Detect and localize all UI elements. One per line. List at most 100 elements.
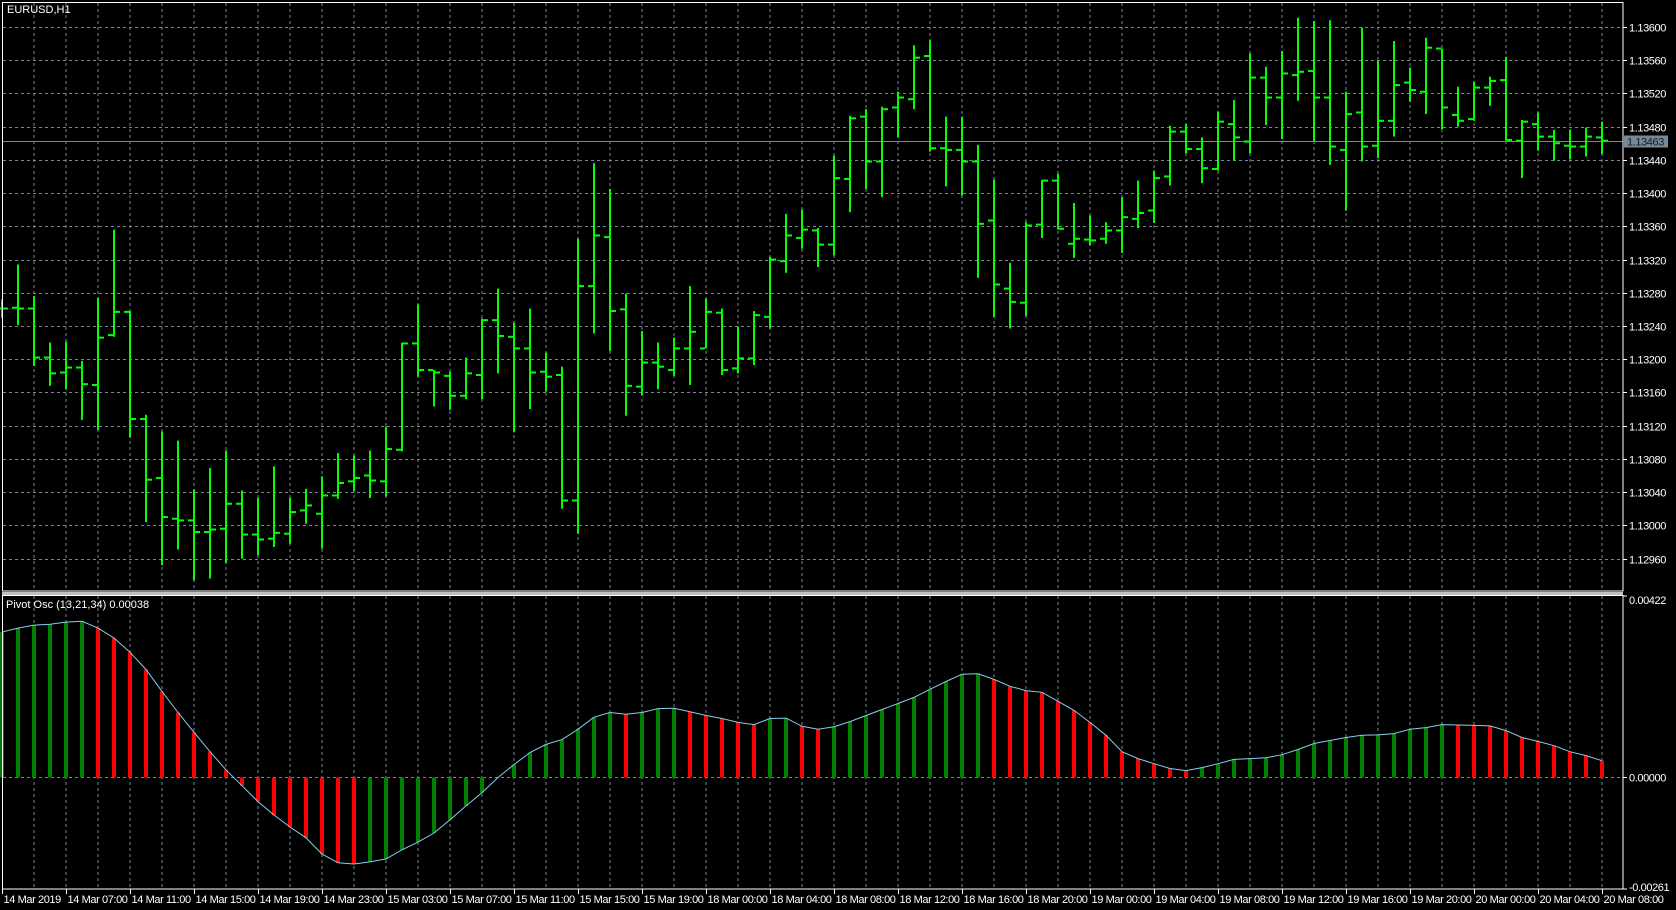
ohlc-bar bbox=[124, 310, 136, 438]
bar-range bbox=[881, 106, 883, 198]
osc-bar bbox=[576, 729, 580, 778]
bar-close-tick bbox=[179, 519, 184, 522]
bar-range bbox=[337, 453, 339, 499]
bar-open-tick bbox=[492, 319, 497, 322]
ohlc-bar bbox=[876, 106, 888, 198]
ohlc-bar bbox=[524, 308, 536, 410]
bar-range bbox=[33, 296, 35, 366]
bar-range bbox=[1585, 127, 1587, 157]
osc-bar bbox=[288, 777, 292, 828]
ohlc-bar bbox=[44, 342, 56, 386]
osc-bar bbox=[992, 679, 996, 778]
bar-close-tick bbox=[115, 310, 120, 313]
ohlc-bar bbox=[156, 431, 168, 566]
bar-range bbox=[1313, 21, 1315, 142]
bar-open-tick bbox=[604, 236, 609, 239]
ohlc-bar bbox=[1372, 60, 1384, 159]
bar-open-tick bbox=[172, 517, 177, 520]
bar-range bbox=[145, 414, 147, 523]
bar-open-tick bbox=[140, 418, 145, 421]
time-label: 18 Mar 04:00 bbox=[772, 894, 832, 906]
bar-close-tick bbox=[275, 531, 280, 534]
bar-close-tick bbox=[611, 310, 616, 313]
bar-open-tick bbox=[1388, 119, 1393, 122]
bar-close-tick bbox=[1011, 300, 1016, 303]
bar-close-tick bbox=[1507, 138, 1512, 141]
bar-range bbox=[1233, 100, 1235, 161]
osc-bar bbox=[480, 777, 484, 793]
bar-range bbox=[465, 357, 467, 400]
bar-range bbox=[609, 188, 611, 351]
ohlc-bar bbox=[252, 497, 264, 556]
bar-range bbox=[497, 288, 499, 374]
ohlc-bar bbox=[1260, 66, 1272, 125]
chart-title: EURUSD,H1 bbox=[7, 4, 71, 16]
bar-open-tick bbox=[892, 106, 897, 109]
bar-open-tick bbox=[1532, 123, 1537, 126]
ohlc-bar bbox=[428, 369, 440, 407]
bar-open-tick bbox=[1436, 47, 1441, 50]
osc-bar bbox=[1264, 757, 1268, 778]
bar-range bbox=[577, 238, 579, 534]
ohlc-bar bbox=[1148, 170, 1160, 223]
osc-bar bbox=[1392, 733, 1396, 778]
bar-close-tick bbox=[899, 96, 904, 99]
time-axis[interactable]: 14 Mar 2019 14 Mar 07:00 14 Mar 11:00 14 Ma… bbox=[2, 889, 1664, 906]
bar-open-tick bbox=[92, 383, 97, 386]
bar-open-tick bbox=[1116, 229, 1121, 232]
osc-bar bbox=[1120, 751, 1124, 778]
osc-bar bbox=[1216, 763, 1220, 778]
osc-bar bbox=[112, 638, 116, 778]
osc-axis[interactable]: 0.00422 0.00000 -0.00261 bbox=[1623, 595, 1670, 894]
bar-close-tick bbox=[627, 384, 632, 387]
bar-close-tick bbox=[707, 310, 712, 313]
bar-close-tick bbox=[211, 528, 216, 531]
osc-bar bbox=[720, 718, 724, 778]
bar-close-tick bbox=[1571, 145, 1576, 148]
bar-range bbox=[97, 297, 99, 430]
osc-bar bbox=[1360, 735, 1364, 778]
bar-open-tick bbox=[332, 494, 337, 497]
bar-range bbox=[721, 308, 723, 376]
osc-bar bbox=[1488, 725, 1492, 778]
osc-bar bbox=[640, 712, 644, 778]
ohlc-bar bbox=[1468, 81, 1480, 121]
bar-close-tick bbox=[67, 366, 72, 369]
bar-close-tick bbox=[579, 285, 584, 288]
osc-bar bbox=[176, 712, 180, 778]
bar-close-tick bbox=[323, 494, 328, 497]
bar-open-tick bbox=[812, 229, 817, 232]
osc-bar bbox=[368, 777, 372, 862]
price-axis[interactable]: 1.13600 1.13560 1.13520 1.13480 1.13440 1.134… bbox=[1623, 23, 1668, 567]
osc-bar bbox=[528, 752, 532, 778]
ohlc-bar bbox=[844, 115, 856, 213]
bar-range bbox=[1281, 51, 1283, 140]
bar-close-tick bbox=[403, 342, 408, 345]
chart-window[interactable]: 1.13600 1.13560 1.13520 1.13480 1.13440 1.134… bbox=[0, 0, 1676, 910]
ohlc-bar bbox=[76, 360, 88, 420]
ohlc-bar bbox=[284, 497, 296, 544]
ohlc-bar bbox=[988, 179, 1000, 317]
bar-range bbox=[449, 371, 451, 410]
bar-close-tick bbox=[1027, 224, 1032, 227]
time-label: 20 Mar 00:00 bbox=[1476, 894, 1536, 906]
osc-bar bbox=[1568, 751, 1572, 778]
ohlc-bar bbox=[92, 297, 104, 430]
panel-splitter[interactable] bbox=[2, 592, 1623, 595]
bar-close-tick bbox=[1411, 89, 1416, 92]
bar-range bbox=[913, 45, 915, 110]
bar-open-tick bbox=[28, 307, 33, 310]
bar-open-tick bbox=[1500, 79, 1505, 82]
osc-bar bbox=[336, 777, 340, 863]
time-label: 19 Mar 16:00 bbox=[1348, 894, 1408, 906]
bar-open-tick bbox=[1036, 223, 1041, 226]
bar-range bbox=[529, 308, 531, 410]
price-label: 1.13280 bbox=[1629, 289, 1666, 301]
bar-open-tick bbox=[44, 356, 49, 359]
ohlc-bar bbox=[620, 293, 632, 416]
ohlc-bar bbox=[268, 466, 280, 547]
bar-range bbox=[1185, 124, 1187, 154]
time-label: 15 Mar 19:00 bbox=[644, 894, 704, 906]
ohlc-bar bbox=[956, 116, 968, 196]
bar-open-tick bbox=[252, 533, 257, 536]
